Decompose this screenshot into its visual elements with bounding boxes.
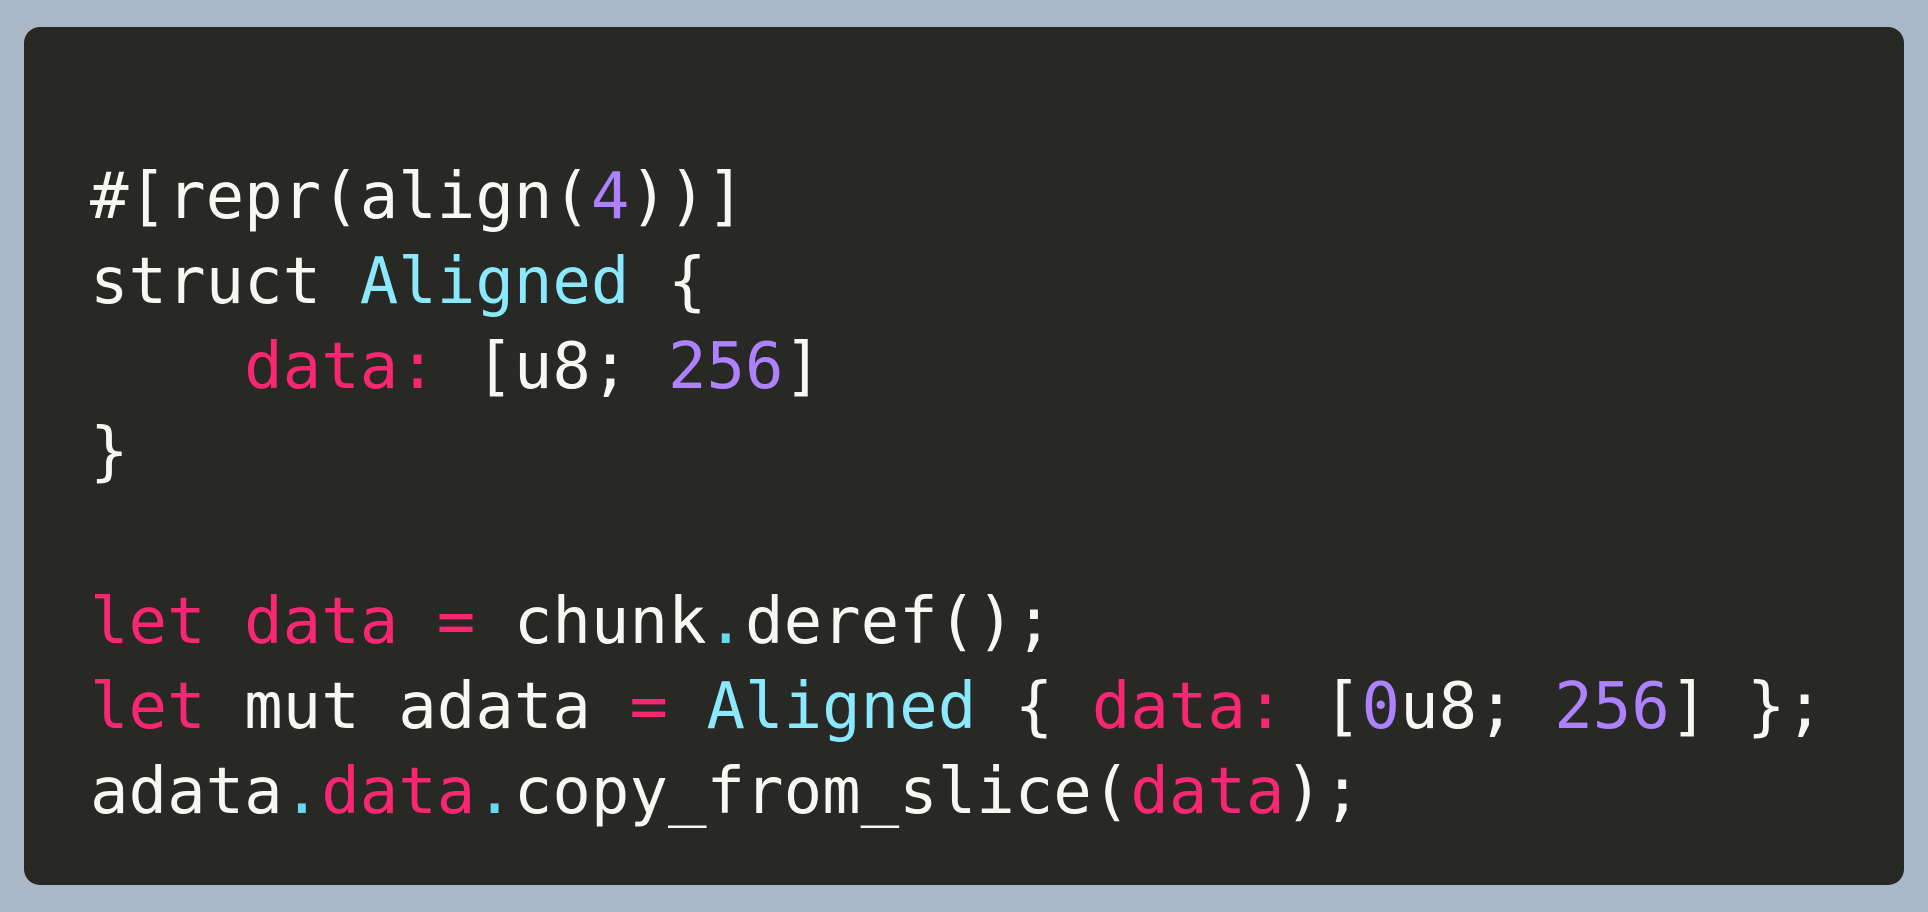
code-token-type: Aligned — [706, 670, 977, 744]
code-token-number: 256 — [667, 330, 784, 404]
code-token-field: data — [1130, 755, 1285, 829]
code-token-plain: struct — [90, 245, 360, 319]
code-token-op: = — [436, 585, 476, 659]
code-token-plain: ); — [1284, 755, 1362, 829]
code-block: #[repr(align(4))] struct Aligned { data: … — [90, 155, 1824, 835]
code-token-plain: { — [976, 670, 1092, 744]
code-token-op: = — [629, 670, 668, 744]
code-token-plain: u8; — [1400, 670, 1555, 744]
code-token-plain: #[repr(align( — [90, 160, 591, 234]
code-token-plain: ))] — [629, 160, 746, 234]
code-line: let mut adata = Aligned { data: [0u8; 25… — [90, 665, 1824, 750]
code-line: #[repr(align(4))] — [90, 155, 1824, 240]
code-line: } — [90, 410, 1824, 495]
code-token-keyword: let — [90, 670, 206, 744]
code-token-field: data — [244, 585, 399, 659]
code-token-plain: mut adata — [205, 670, 630, 744]
code-token-field: data: — [244, 330, 437, 404]
code-token-plain: deref(); — [745, 585, 1054, 659]
code-token-type: Aligned — [359, 245, 630, 319]
code-token-dot: . — [475, 755, 514, 829]
code-token-plain: adata — [90, 755, 283, 829]
code-token-number: 256 — [1554, 670, 1670, 744]
code-line: adata.data.copy_from_slice(data); — [90, 750, 1824, 835]
code-token-field: data — [321, 755, 476, 829]
code-token-plain: [ — [1284, 670, 1362, 744]
code-token-plain: chunk — [475, 585, 707, 659]
code-line: data: [u8; 256] — [90, 325, 1824, 410]
code-token-plain: copy_from_slice( — [513, 755, 1131, 829]
code-token-dot: . — [282, 755, 322, 829]
code-token-keyword: let — [90, 585, 206, 659]
code-token-field: data: — [1091, 670, 1285, 744]
code-token-plain: [u8; — [436, 330, 668, 404]
code-token-dot: . — [706, 585, 746, 659]
code-token-number: 0 — [1361, 670, 1401, 744]
code-token-plain: ] }; — [1669, 670, 1824, 744]
code-token-plain: } — [90, 415, 129, 489]
code-line: struct Aligned { — [90, 240, 1824, 325]
code-card: #[repr(align(4))] struct Aligned { data: … — [24, 27, 1904, 885]
code-line: let data = chunk.deref(); — [90, 580, 1824, 665]
code-token-plain: ] — [783, 330, 823, 404]
code-token-plain: { — [629, 245, 707, 319]
code-token-number: 4 — [590, 160, 630, 234]
